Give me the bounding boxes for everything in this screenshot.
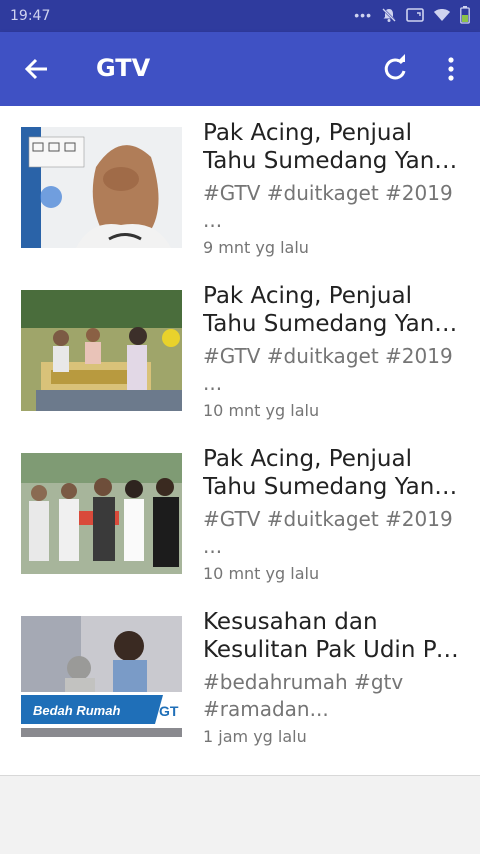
svg-text:GT: GT xyxy=(159,703,179,719)
status-time: 19:47 xyxy=(10,8,51,24)
video-thumbnail[interactable] xyxy=(21,290,182,411)
video-description: #bedahrumah #gtv #ramadan... xyxy=(203,670,404,721)
video-thumbnail[interactable] xyxy=(21,127,182,248)
page-title: GTV xyxy=(96,54,151,82)
video-description: #GTV #duitkaget #2019 ... xyxy=(203,507,453,558)
wifi-icon xyxy=(434,9,450,21)
video-timestamp: 10 mnt yg lalu xyxy=(203,564,320,583)
video-title[interactable]: Pak Acing, Penjual Tahu Sumedang Yang... xyxy=(203,282,465,338)
more-options-icon[interactable] xyxy=(436,54,466,84)
video-description: #GTV #duitkaget #2019 ... xyxy=(203,344,453,395)
more-dots-icon: ••• xyxy=(354,7,372,23)
back-arrow-icon[interactable] xyxy=(22,54,52,84)
app-bar: GTV xyxy=(0,32,480,106)
video-list-item[interactable]: Pak Acing, Penjual Tahu Sumedang Yang...… xyxy=(0,269,480,432)
bell-off-icon xyxy=(382,8,396,22)
video-title[interactable]: Pak Acing, Penjual Tahu Sumedang Yang... xyxy=(203,119,465,175)
video-title[interactable]: Kesusahan dan Kesulitan Pak Udin Pe... xyxy=(203,608,465,664)
video-thumbnail[interactable]: Bedah Rumah GT xyxy=(21,616,182,737)
video-list-item[interactable]: Bedah Rumah GT Kesusahan dan Kesulitan P… xyxy=(0,595,480,758)
video-timestamp: 10 mnt yg lalu xyxy=(203,401,320,420)
battery-icon xyxy=(460,6,470,24)
video-description: #GTV #duitkaget #2019 ... xyxy=(203,181,453,232)
bottom-area xyxy=(0,775,480,854)
refresh-icon[interactable] xyxy=(380,54,410,84)
status-bar: 19:47 ••• xyxy=(0,0,480,32)
video-timestamp: 1 jam yg lalu xyxy=(203,727,307,746)
video-list-item[interactable]: Pak Acing, Penjual Tahu Sumedang Yang...… xyxy=(0,106,480,269)
video-thumbnail[interactable] xyxy=(21,453,182,574)
video-timestamp: 9 mnt yg lalu xyxy=(203,238,309,257)
video-list-item[interactable]: Pak Acing, Penjual Tahu Sumedang Yang...… xyxy=(0,432,480,595)
screen-icon xyxy=(406,8,424,22)
svg-text:Bedah Rumah: Bedah Rumah xyxy=(33,703,120,718)
video-list: Pak Acing, Penjual Tahu Sumedang Yang...… xyxy=(0,106,480,775)
status-icons: ••• xyxy=(354,6,470,24)
video-title[interactable]: Pak Acing, Penjual Tahu Sumedang Yang... xyxy=(203,445,465,501)
